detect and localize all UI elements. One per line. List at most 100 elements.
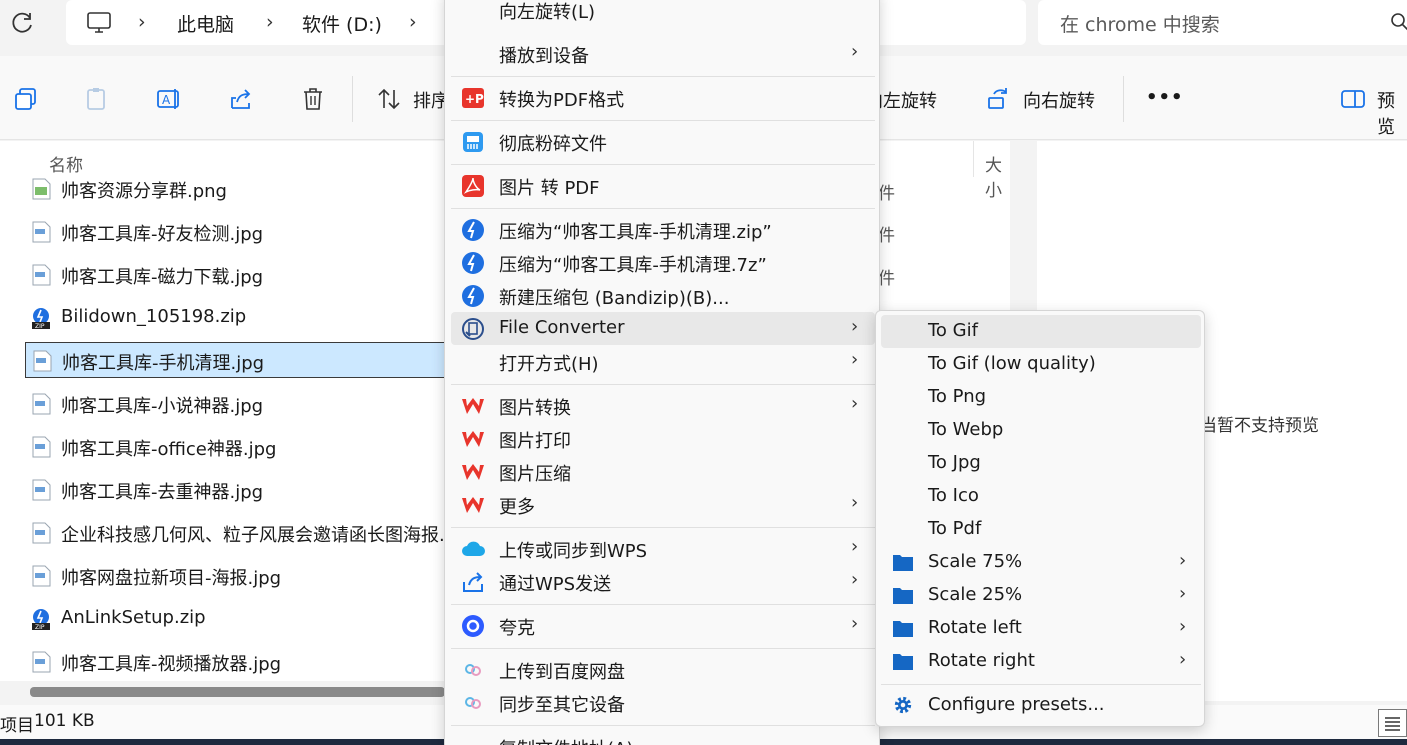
submenu-item-configure-presets[interactable]: Configure presets... <box>881 689 1201 722</box>
submenu-item-scale-75[interactable]: Scale 75% › <box>881 546 1201 579</box>
file-row[interactable]: ZIP AnLinkSetup.zip <box>25 601 445 637</box>
menu-item-file-converter[interactable]: File Converter › <box>451 312 875 345</box>
submenu-item-to-png[interactable]: To Png <box>881 381 1201 414</box>
delete-icon[interactable] <box>300 86 326 112</box>
menu-item-image-convert[interactable]: 图片转换 › <box>451 389 875 422</box>
menu-item-label: 更多 <box>499 497 535 518</box>
breadcrumb-drive-d[interactable]: 软件 (D:) <box>302 10 382 37</box>
menu-item-wps-send[interactable]: 通过WPS发送 › <box>451 565 875 598</box>
file-row-selected[interactable]: 帅客工具库-手机清理.jpg <box>25 342 445 378</box>
png-file-icon <box>32 178 51 200</box>
baidu-netdisk-icon <box>465 697 481 709</box>
file-name: 帅客工具库-手机清理.jpg <box>62 353 265 374</box>
file-name: 帅客工具库-视频播放器.jpg <box>61 654 282 675</box>
sort-icon[interactable] <box>376 86 402 112</box>
submenu-item-to-jpg[interactable]: To Jpg <box>881 447 1201 480</box>
menu-item-rotate-left[interactable]: 向左旋转(L) <box>451 0 875 26</box>
menu-item-label: 复制文件地址(A) <box>499 735 633 745</box>
quark-icon <box>462 615 484 637</box>
file-row[interactable]: 帅客工具库-视频播放器.jpg <box>25 644 445 680</box>
breadcrumb-this-pc[interactable]: 此电脑 <box>177 10 234 37</box>
rename-icon[interactable]: A <box>156 86 182 112</box>
submenu-item-to-gif-low[interactable]: To Gif (low quality) <box>881 348 1201 381</box>
menu-separator <box>451 725 875 726</box>
jpg-file-icon <box>32 651 51 673</box>
file-row[interactable]: 帅客工具库-去重神器.jpg <box>25 472 445 508</box>
menu-item-image-compress[interactable]: 图片压缩 <box>451 455 875 488</box>
share-icon[interactable] <box>228 86 254 112</box>
submenu-item-to-gif[interactable]: To Gif <box>881 315 1201 348</box>
menu-item-image-to-pdf[interactable]: 图片 转 PDF <box>451 169 875 202</box>
type-cell: 件 <box>878 184 895 204</box>
rotate-right-button[interactable]: 向右旋转 <box>1023 87 1095 113</box>
menu-item-wps-sync[interactable]: 上传或同步到WPS › <box>451 532 875 565</box>
menu-separator <box>451 164 875 165</box>
chevron-right-icon: › <box>851 316 859 337</box>
menu-item-new-archive[interactable]: 新建压缩包 (Bandizip)(B)... <box>451 279 875 312</box>
preview-pane-icon[interactable] <box>1340 86 1366 112</box>
folder-icon <box>893 621 913 637</box>
horizontal-scrollbar[interactable] <box>30 687 445 697</box>
menu-item-convert-to-pdf[interactable]: +P 转换为PDF格式 <box>451 81 875 114</box>
menu-item-more[interactable]: 更多 › <box>451 488 875 521</box>
menu-separator <box>451 527 875 528</box>
column-header-size[interactable]: 大小 <box>985 151 1010 201</box>
item-count-text: 项目 <box>0 716 34 736</box>
file-name: 帅客工具库-小说神器.jpg <box>61 396 264 417</box>
details-view-button[interactable] <box>1378 709 1407 737</box>
folder-icon <box>893 555 913 571</box>
preview-button[interactable]: 预览 <box>1377 87 1407 139</box>
refresh-icon[interactable] <box>10 10 36 36</box>
menu-separator <box>451 384 875 385</box>
jpg-file-icon <box>32 522 51 544</box>
submenu-item-rotate-right[interactable]: Rotate right › <box>881 645 1201 678</box>
type-cell: 件 <box>878 226 895 246</box>
menu-item-open-with[interactable]: 打开方式(H) › <box>451 345 875 378</box>
file-row[interactable]: 企业科技感几何风、粒子风展会邀请函长图海报. <box>25 515 445 551</box>
menu-item-compress-zip[interactable]: 压缩为“帅客工具库-手机清理.zip” <box>451 213 875 246</box>
submenu-item-to-pdf[interactable]: To Pdf <box>881 513 1201 546</box>
file-row[interactable]: ZIP Bilidown_105198.zip <box>25 300 445 336</box>
folder-icon <box>893 588 913 604</box>
file-row[interactable]: 帅客工具库-磁力下载.jpg <box>25 257 445 293</box>
menu-item-quark[interactable]: 夸克 › <box>451 609 875 642</box>
menu-item-baidu-upload[interactable]: 上传到百度网盘 <box>451 653 875 686</box>
search-box[interactable]: 在 chrome 中搜索 <box>1038 0 1407 45</box>
submenu-item-rotate-left[interactable]: Rotate left › <box>881 612 1201 645</box>
rotate-right-icon[interactable] <box>986 86 1012 112</box>
file-row[interactable]: 帅客资源分享群.png <box>25 171 445 207</box>
file-name: Bilidown_105198.zip <box>61 306 247 327</box>
bandizip-icon <box>462 252 484 274</box>
menu-item-cast-to-device[interactable]: 播放到设备 › <box>451 37 875 70</box>
svg-text:A: A <box>162 93 171 107</box>
submenu-item-label: Scale 75% <box>928 551 1023 572</box>
file-name: 帅客资源分享群.png <box>61 181 227 202</box>
wps-icon <box>462 398 484 414</box>
menu-item-label: 向左旋转(L) <box>499 2 596 23</box>
submenu-item-label: Scale 25% <box>928 584 1023 605</box>
file-row[interactable]: 帅客网盘拉新项目-海报.jpg <box>25 558 445 594</box>
menu-item-sync-devices[interactable]: 同步至其它设备 <box>451 686 875 719</box>
submenu-item-to-ico[interactable]: To Ico <box>881 480 1201 513</box>
file-name: 帅客工具库-好友检测.jpg <box>61 224 264 245</box>
menu-item-shred-file[interactable]: 彻底粉碎文件 <box>451 125 875 158</box>
menu-item-label: 转换为PDF格式 <box>499 90 625 111</box>
file-name: 帅客网盘拉新项目-海报.jpg <box>61 568 282 589</box>
file-row[interactable]: 帅客工具库-好友检测.jpg <box>25 214 445 250</box>
selection-size-text: 101 KB <box>34 711 95 731</box>
menu-item-image-print[interactable]: 图片打印 <box>451 422 875 455</box>
submenu-item-scale-25[interactable]: Scale 25% › <box>881 579 1201 612</box>
paste-icon[interactable] <box>84 86 110 112</box>
copy-icon[interactable] <box>13 86 39 112</box>
file-row[interactable]: 帅客工具库-小说神器.jpg <box>25 386 445 422</box>
file-row[interactable]: 帅客工具库-office神器.jpg <box>25 429 445 465</box>
chevron-right-icon: › <box>851 41 859 62</box>
bandizip-icon <box>462 219 484 241</box>
jpg-file-icon <box>32 479 51 501</box>
more-options-button[interactable]: ••• <box>1146 87 1184 108</box>
menu-item-copy-path[interactable]: 复制文件地址(A) <box>451 730 875 745</box>
menu-item-label: 新建压缩包 (Bandizip)(B)... <box>499 288 730 309</box>
svg-text:ZIP: ZIP <box>35 323 45 329</box>
submenu-item-to-webp[interactable]: To Webp <box>881 414 1201 447</box>
menu-item-compress-7z[interactable]: 压缩为“帅客工具库-手机清理.7z” <box>451 246 875 279</box>
